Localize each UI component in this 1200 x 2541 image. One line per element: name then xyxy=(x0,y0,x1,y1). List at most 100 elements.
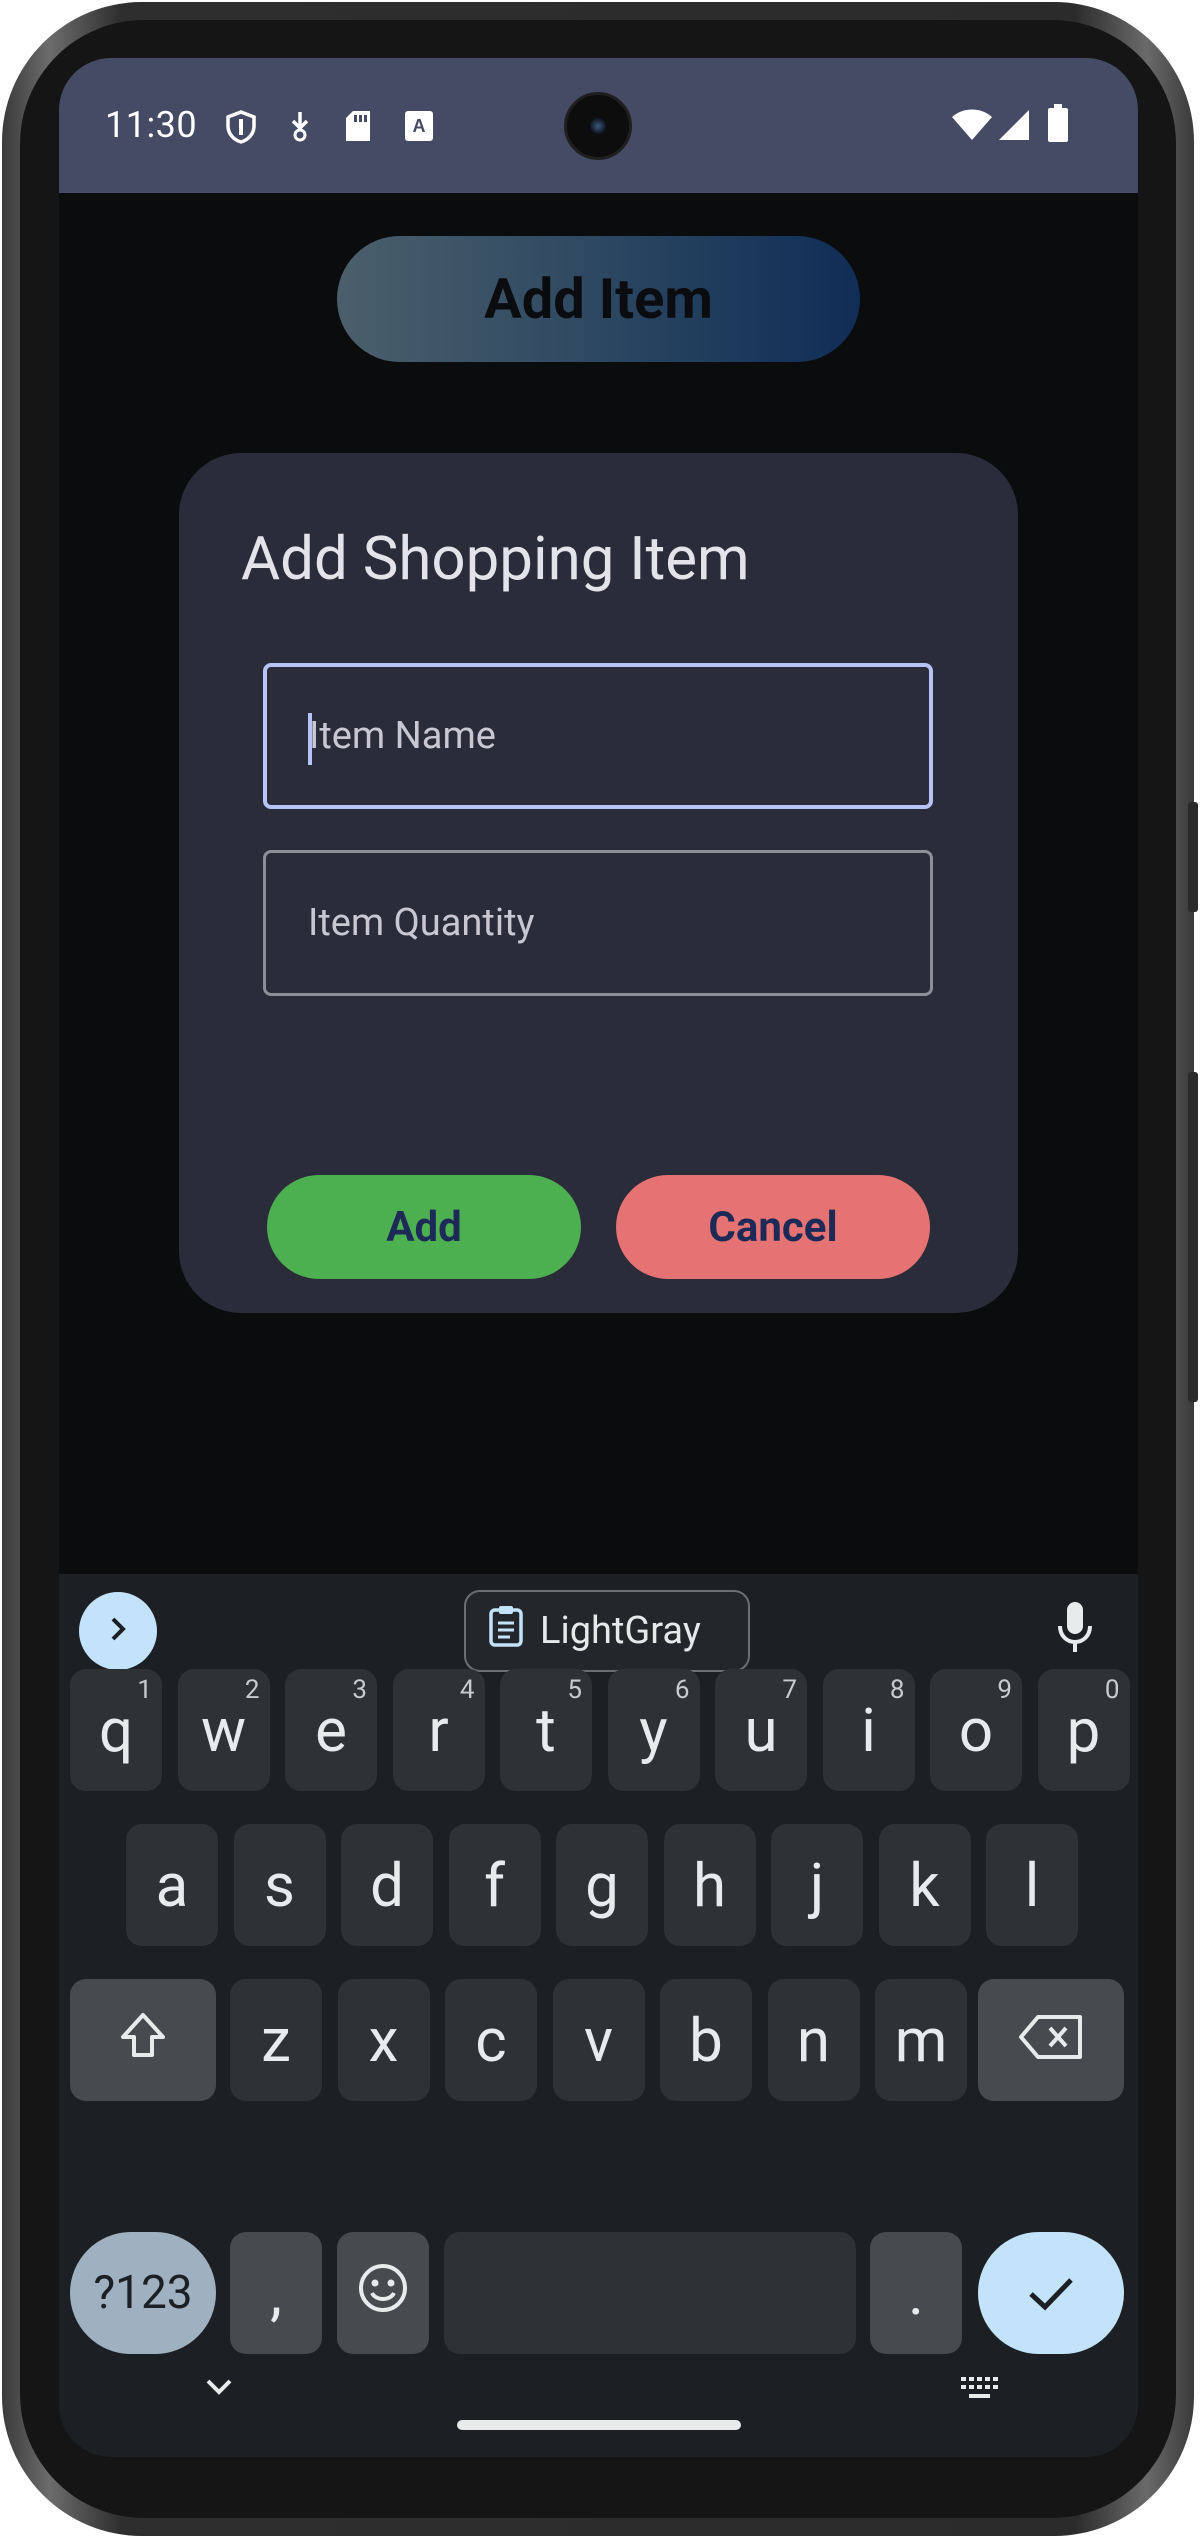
add-item-dialog: Add Shopping Item Item Name Item Quantit… xyxy=(179,453,1018,1313)
add-button[interactable]: Add xyxy=(267,1175,581,1279)
key-number-hint: 9 xyxy=(997,1675,1012,1705)
comma-key[interactable]: , xyxy=(230,2232,322,2354)
status-bar: 11:30 A xyxy=(59,58,1138,193)
emoji-key[interactable] xyxy=(337,2232,429,2354)
key-p[interactable]: p0 xyxy=(1037,1669,1130,1791)
key-number-hint: 3 xyxy=(352,1675,367,1705)
key-label: k xyxy=(909,1849,940,1921)
dialog-title: Add Shopping Item xyxy=(241,523,750,594)
key-number-hint: 0 xyxy=(1104,1675,1120,1705)
key-q[interactable]: q1 xyxy=(70,1669,162,1791)
key-a[interactable]: a xyxy=(126,1824,218,1946)
keyboard-toolbar: LightGray xyxy=(59,1574,1138,1674)
key-number-hint: 8 xyxy=(889,1675,905,1705)
item-quantity-placeholder: Item Quantity xyxy=(308,901,535,945)
key-w[interactable]: w2 xyxy=(177,1669,270,1791)
key-k[interactable]: k xyxy=(878,1824,971,1946)
soft-keyboard: LightGray q1w2e3r4t5y6u7i8o9p0asdfghjklz… xyxy=(59,1574,1138,2457)
text-cursor xyxy=(308,713,312,765)
item-name-field[interactable]: Item Name xyxy=(263,663,933,809)
key-number-hint: 4 xyxy=(459,1675,475,1705)
key-d[interactable]: d xyxy=(341,1824,433,1946)
key-i[interactable]: i8 xyxy=(822,1669,915,1791)
key-label: i xyxy=(861,1694,876,1766)
checkmark-icon xyxy=(1027,2258,1075,2329)
keyboard-nav-bar xyxy=(59,2344,1138,2457)
key-label: g xyxy=(585,1849,619,1921)
key-label: x xyxy=(368,2004,399,2076)
key-label: l xyxy=(1024,1849,1040,1921)
font-a-icon: A xyxy=(404,110,434,146)
clipboard-suggestion-chip[interactable]: LightGray xyxy=(464,1590,750,1672)
item-quantity-field[interactable]: Item Quantity xyxy=(263,850,933,996)
key-l[interactable]: l xyxy=(986,1824,1078,1946)
signal-icon xyxy=(997,108,1031,146)
key-j[interactable]: j xyxy=(771,1824,863,1946)
key-number-hint: 7 xyxy=(782,1675,797,1705)
key-x[interactable]: x xyxy=(337,1979,430,2101)
key-m[interactable]: m xyxy=(875,1979,967,2101)
key-label: h xyxy=(692,1849,727,1921)
key-label: w xyxy=(200,1694,247,1766)
volume-button xyxy=(1188,1072,1198,1402)
key-n[interactable]: n xyxy=(767,1979,860,2101)
wifi-icon xyxy=(951,108,993,146)
add-item-button[interactable]: Add Item xyxy=(337,236,860,362)
microphone-icon[interactable] xyxy=(1055,1600,1095,1660)
keyboard-switch-icon[interactable] xyxy=(959,2374,1001,2406)
svg-text:A: A xyxy=(413,116,426,136)
key-s[interactable]: s xyxy=(233,1824,326,1946)
key-y[interactable]: y6 xyxy=(607,1669,700,1791)
key-label: m xyxy=(894,2004,948,2076)
key-label: u xyxy=(744,1694,778,1766)
status-time: 11:30 xyxy=(105,104,198,146)
toolbar-expand-button[interactable] xyxy=(79,1592,157,1670)
key-label: d xyxy=(370,1849,404,1921)
power-button xyxy=(1188,802,1198,912)
key-label: f xyxy=(484,1849,505,1921)
key-label: c xyxy=(475,2004,507,2076)
period-key[interactable]: . xyxy=(870,2232,962,2354)
screen: 11:30 A Add Item Add Shopping Item Item … xyxy=(59,58,1138,2457)
key-u[interactable]: u7 xyxy=(715,1669,807,1791)
key-number-hint: 5 xyxy=(567,1675,582,1705)
download-icon xyxy=(287,110,313,146)
front-camera xyxy=(564,92,632,160)
key-label: y xyxy=(639,1694,668,1766)
key-number-hint: 1 xyxy=(137,1675,152,1705)
symbols-key[interactable]: ?123 xyxy=(70,2232,216,2354)
chevron-right-icon xyxy=(103,1614,133,1648)
key-label: o xyxy=(958,1694,994,1766)
enter-key[interactable] xyxy=(978,2232,1124,2354)
key-b[interactable]: b xyxy=(660,1979,752,2101)
key-o[interactable]: o9 xyxy=(930,1669,1022,1791)
key-r[interactable]: r4 xyxy=(392,1669,485,1791)
sd-card-icon xyxy=(344,110,372,146)
key-label: s xyxy=(264,1849,295,1921)
key-h[interactable]: h xyxy=(663,1824,756,1946)
item-name-placeholder: Item Name xyxy=(309,714,496,758)
shift-key[interactable] xyxy=(70,1979,216,2101)
cancel-button[interactable]: Cancel xyxy=(616,1175,930,1279)
hide-keyboard-icon[interactable] xyxy=(202,2376,236,2402)
backspace-key[interactable] xyxy=(978,1979,1124,2101)
key-label: j xyxy=(809,1849,825,1921)
key-label: t xyxy=(536,1694,556,1766)
key-label: e xyxy=(315,1694,347,1766)
key-z[interactable]: z xyxy=(230,1979,322,2101)
key-label: n xyxy=(796,2004,831,2076)
key-e[interactable]: e3 xyxy=(285,1669,377,1791)
shift-icon xyxy=(117,2005,169,2076)
key-g[interactable]: g xyxy=(556,1824,648,1946)
backspace-icon xyxy=(1018,2005,1084,2076)
key-t[interactable]: t5 xyxy=(500,1669,592,1791)
space-key[interactable] xyxy=(444,2232,856,2354)
key-label: q xyxy=(98,1694,134,1766)
key-f[interactable]: f xyxy=(448,1824,541,1946)
key-c[interactable]: c xyxy=(445,1979,537,2101)
key-v[interactable]: v xyxy=(552,1979,645,2101)
clipboard-icon xyxy=(488,1605,524,1657)
key-label: b xyxy=(689,2004,723,2076)
home-indicator[interactable] xyxy=(457,2420,741,2430)
emoji-icon xyxy=(357,2258,409,2329)
